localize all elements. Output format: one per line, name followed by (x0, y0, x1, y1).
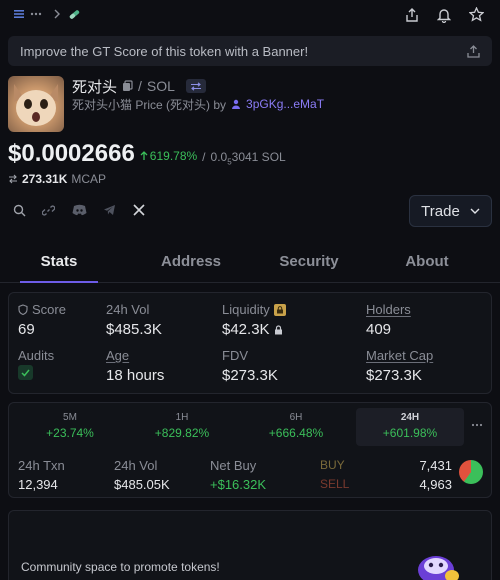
mcap-row: 273.31K MCAP (8, 172, 106, 186)
period-more-icon[interactable] (470, 420, 484, 430)
shield-icon (18, 304, 28, 315)
buy-value: 7,431 (419, 458, 452, 473)
liquidity-label: Liquidity (222, 302, 270, 317)
token-subtitle-row: 死对头小猫 Price (死对头) by 3pGKg...eMaT (72, 96, 324, 112)
sell-label: SELL (320, 477, 350, 491)
tab-about[interactable]: About (386, 240, 468, 283)
fdv-label: FDV (222, 348, 248, 363)
price-change: 619.78% (140, 149, 197, 163)
link-icon[interactable] (41, 203, 55, 217)
tab-bar: Stats Address Security About (0, 240, 500, 283)
mcap-value: 273.31K (22, 172, 68, 186)
buy-sell-ratio-chart (459, 460, 483, 484)
token-avatar (8, 76, 64, 132)
user-icon (231, 99, 241, 109)
tab-security[interactable]: Security (268, 240, 350, 283)
token-title: 死对头 / SOL (72, 77, 206, 96)
sell-value: 4,963 (419, 477, 452, 492)
banner-text: Improve the GT Score of this token with … (20, 43, 309, 59)
upload-icon[interactable] (466, 44, 480, 58)
txn-vol-label: 24h Vol (114, 458, 158, 473)
price-separator: / (202, 150, 206, 164)
holders-value: 409 (366, 321, 392, 338)
active-tab-indicator (20, 281, 98, 283)
liquidity-label-row: Liquidity (222, 302, 286, 317)
vol-label: 24h Vol (106, 302, 150, 317)
discord-icon[interactable] (71, 203, 87, 217)
buy-label: BUY (320, 458, 345, 472)
fdv-value: $273.3K (222, 367, 278, 384)
search-icon[interactable] (12, 203, 26, 217)
swap-icon[interactable] (185, 79, 206, 93)
trade-button[interactable]: Trade (409, 195, 492, 227)
vol-value: $485.3K (106, 321, 162, 338)
pair-quote: SOL (146, 78, 175, 94)
age-label[interactable]: Age (106, 348, 129, 363)
period-6h[interactable]: 6H +666.48% (242, 408, 350, 446)
net-buy-label: Net Buy (210, 458, 257, 473)
bell-icon[interactable] (436, 7, 452, 23)
liquidity-value: $42.3K (222, 321, 270, 338)
score-value: 69 (18, 321, 35, 338)
market-cap-value: $273.3K (366, 367, 422, 384)
txn-vol-value: $485.05K (114, 477, 170, 492)
lock-icon (274, 324, 282, 334)
price-change-value: 619.78% (149, 149, 198, 163)
score-label: Score (32, 302, 66, 317)
mascot-illustration (414, 552, 460, 580)
net-buy-value: +$16.32K (210, 477, 267, 492)
period-24h[interactable]: 24H +601.98% (356, 408, 464, 446)
exchange-icon (8, 174, 18, 184)
menu-icon[interactable] (14, 9, 24, 19)
score-label-row: Score (18, 302, 66, 317)
tab-address[interactable]: Address (150, 240, 232, 283)
telegram-icon[interactable] (102, 203, 116, 217)
period-5m[interactable]: 5M +23.74% (16, 408, 124, 446)
token-subtitle: 死对头小猫 Price (死对头) by (72, 97, 227, 112)
copy-icon[interactable] (122, 80, 133, 92)
share-icon[interactable] (404, 7, 420, 23)
audit-check-icon (18, 365, 33, 380)
holders-label[interactable]: Holders (366, 302, 411, 317)
age-value: 18 hours (106, 367, 165, 384)
chevron-right-icon (53, 8, 61, 20)
community-text: Community space to promote tokens! (21, 560, 220, 574)
arrow-up-icon (140, 151, 148, 160)
chevron-down-icon (470, 208, 480, 214)
txn-label: 24h Txn (18, 458, 65, 473)
more-icon[interactable] (30, 7, 42, 21)
trade-label: Trade (421, 202, 460, 220)
txn-value: 12,394 (18, 477, 58, 492)
score-banner[interactable]: Improve the GT Score of this token with … (8, 36, 492, 66)
period-1h[interactable]: 1H +829.82% (128, 408, 236, 446)
price-sol: 0.053041 SOL (210, 150, 286, 167)
pill-icon (67, 7, 81, 21)
mcap-label: MCAP (71, 172, 107, 186)
top-bar (0, 0, 500, 30)
price-row: $0.0002666 619.78% / 0.053041 SOL (8, 140, 286, 168)
token-name: 死对头 (72, 78, 118, 96)
liquidity-lock-badge-icon (273, 303, 286, 316)
tab-stats[interactable]: Stats (20, 240, 98, 283)
token-price: $0.0002666 (8, 140, 135, 167)
liquidity-value-row: $42.3K (222, 321, 283, 338)
market-cap-label[interactable]: Market Cap (366, 348, 433, 363)
creator-link[interactable]: 3pGKg...eMaT (246, 97, 324, 111)
x-twitter-icon[interactable] (132, 203, 146, 217)
audits-label: Audits (18, 348, 55, 363)
star-icon[interactable] (468, 6, 484, 22)
